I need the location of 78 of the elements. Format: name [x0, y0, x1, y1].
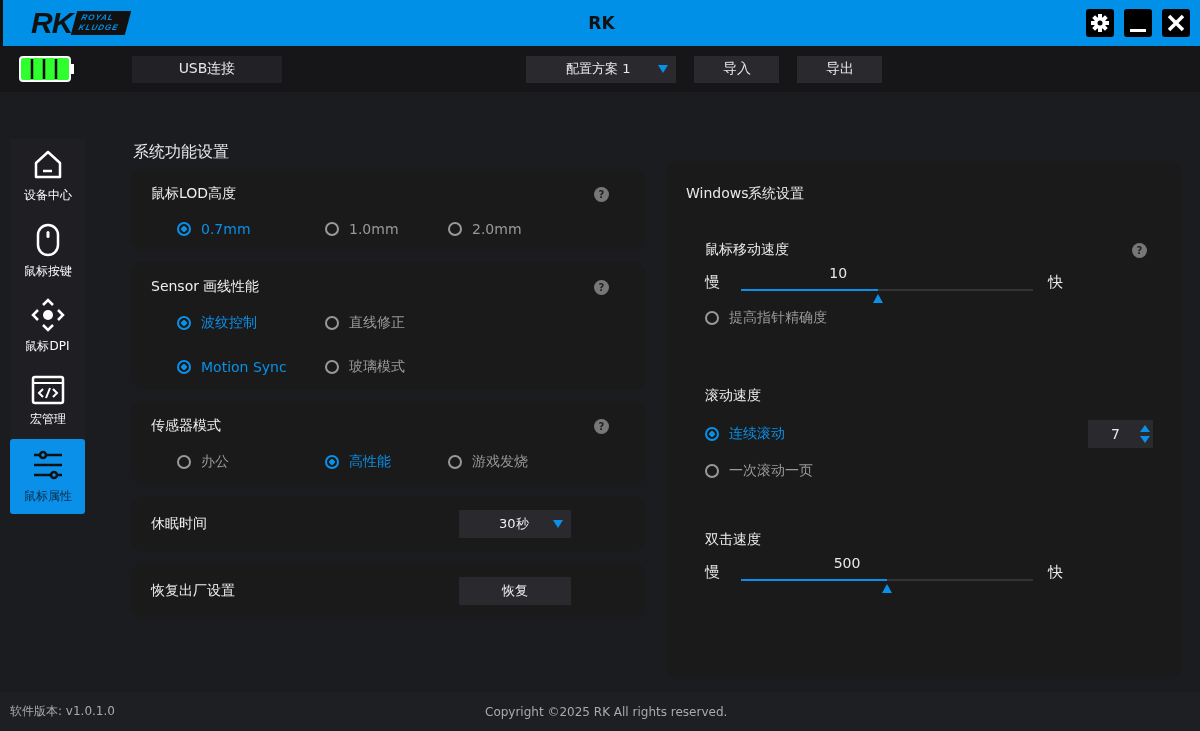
radio-label: 玻璃模式 [349, 358, 405, 376]
card-title: 休眠时间 [151, 515, 208, 533]
radio-option[interactable]: Motion Sync [177, 358, 325, 376]
card-title: 恢复出厂设置 [151, 582, 236, 600]
radio-option[interactable]: 一次滚动一页 [686, 461, 813, 480]
radio-label: 高性能 [349, 453, 391, 471]
radio-option[interactable]: 游戏发烧 [448, 453, 571, 471]
radio-label: 1.0mm [349, 221, 399, 237]
help-icon[interactable]: ? [594, 186, 609, 202]
radio-option[interactable]: 1.0mm [325, 221, 448, 237]
spin-box[interactable]: 7 [1088, 419, 1153, 448]
profile-dropdown[interactable]: 配置方案 1 [526, 55, 676, 83]
setting-label: 双击速度 [705, 531, 762, 549]
window-title: RK [588, 13, 615, 33]
spin-arrows-icon[interactable] [1140, 424, 1150, 443]
connection-status: USB连接 [132, 55, 282, 83]
panel-title: Windows系统设置 [686, 185, 806, 203]
radio-option[interactable]: 波纹控制 [177, 314, 325, 332]
help-icon[interactable]: ? [594, 418, 609, 434]
copyright-text: Copyright ©2025 RK All rights reserved. [485, 704, 728, 719]
radio-label: 直线修正 [349, 314, 405, 332]
sidebar-item[interactable]: 鼠标属性 [10, 439, 85, 514]
card-title: 鼠标LOD高度 [151, 185, 237, 203]
toolbar-button[interactable]: 导入 [694, 55, 779, 83]
close-button[interactable] [1162, 9, 1190, 37]
close-icon [1166, 13, 1186, 33]
radio-option[interactable]: 0.7mm [177, 221, 325, 237]
slider-value: 500 [833, 555, 861, 571]
radio-option[interactable]: 连续滚动 [686, 424, 785, 443]
radio-label: 游戏发烧 [472, 453, 528, 471]
card-title: 传感器模式 [151, 417, 221, 435]
logo-text: ROYAL [80, 13, 117, 23]
card-title: Sensor 画线性能 [151, 278, 260, 296]
radio-option[interactable]: 玻璃模式 [325, 358, 448, 376]
fast-label: 快 [1048, 272, 1064, 292]
slider-value: 10 [829, 265, 848, 281]
settings-button[interactable] [1086, 9, 1114, 37]
code-window-icon [30, 375, 65, 405]
radio-label: 2.0mm [472, 221, 522, 237]
version-text: 软件版本: v1.0.1.0 [10, 703, 115, 720]
radio-label: 一次滚动一页 [729, 461, 813, 480]
battery-icon [19, 56, 75, 82]
minimize-button[interactable] [1124, 9, 1152, 37]
sidebar-item[interactable]: 设备中心 [10, 139, 85, 214]
logo-text: KLUDGE [77, 23, 121, 33]
slow-label: 慢 [705, 272, 721, 292]
settings-icon [1090, 13, 1110, 33]
slider-thumb[interactable] [882, 584, 892, 593]
slider-thumb[interactable] [873, 294, 884, 303]
help-icon[interactable]: ? [1132, 242, 1147, 258]
sidebar-item[interactable]: 宏管理 [10, 364, 85, 439]
section-title: 系统功能设置 [133, 142, 230, 163]
crosshair-icon [30, 298, 65, 332]
logo-mark: RK [31, 8, 73, 38]
sleep-dropdown[interactable]: 30秒 [459, 510, 571, 538]
setting-label: 滚动速度 [705, 387, 762, 405]
radio-option[interactable]: 办公 [177, 453, 325, 471]
toolbar-button[interactable]: 导出 [797, 55, 882, 83]
radio-label: 提高指针精确度 [729, 309, 827, 327]
minimize-icon [1130, 28, 1146, 32]
help-icon[interactable]: ? [594, 279, 609, 295]
restore-button[interactable]: 恢复 [459, 577, 571, 605]
sidebar-item[interactable]: 鼠标DPI [10, 289, 85, 364]
caret-icon [553, 520, 563, 528]
slow-label: 慢 [705, 562, 721, 582]
caret-icon [658, 65, 668, 73]
radio-label: 办公 [201, 453, 229, 471]
radio-option[interactable]: 直线修正 [325, 314, 448, 332]
radio-option[interactable]: 高性能 [325, 453, 448, 471]
radio-label: Motion Sync [201, 359, 287, 375]
sidebar-item[interactable]: 鼠标按键 [10, 214, 85, 289]
fast-label: 快 [1048, 562, 1064, 582]
radio-option[interactable]: 提高指针精确度 [686, 309, 1164, 327]
radio-option[interactable]: 2.0mm [448, 221, 571, 237]
radio-label: 连续滚动 [729, 424, 785, 443]
radio-label: 0.7mm [201, 221, 251, 237]
setting-label: 鼠标移动速度 [705, 241, 789, 259]
radio-label: 波纹控制 [201, 314, 257, 332]
